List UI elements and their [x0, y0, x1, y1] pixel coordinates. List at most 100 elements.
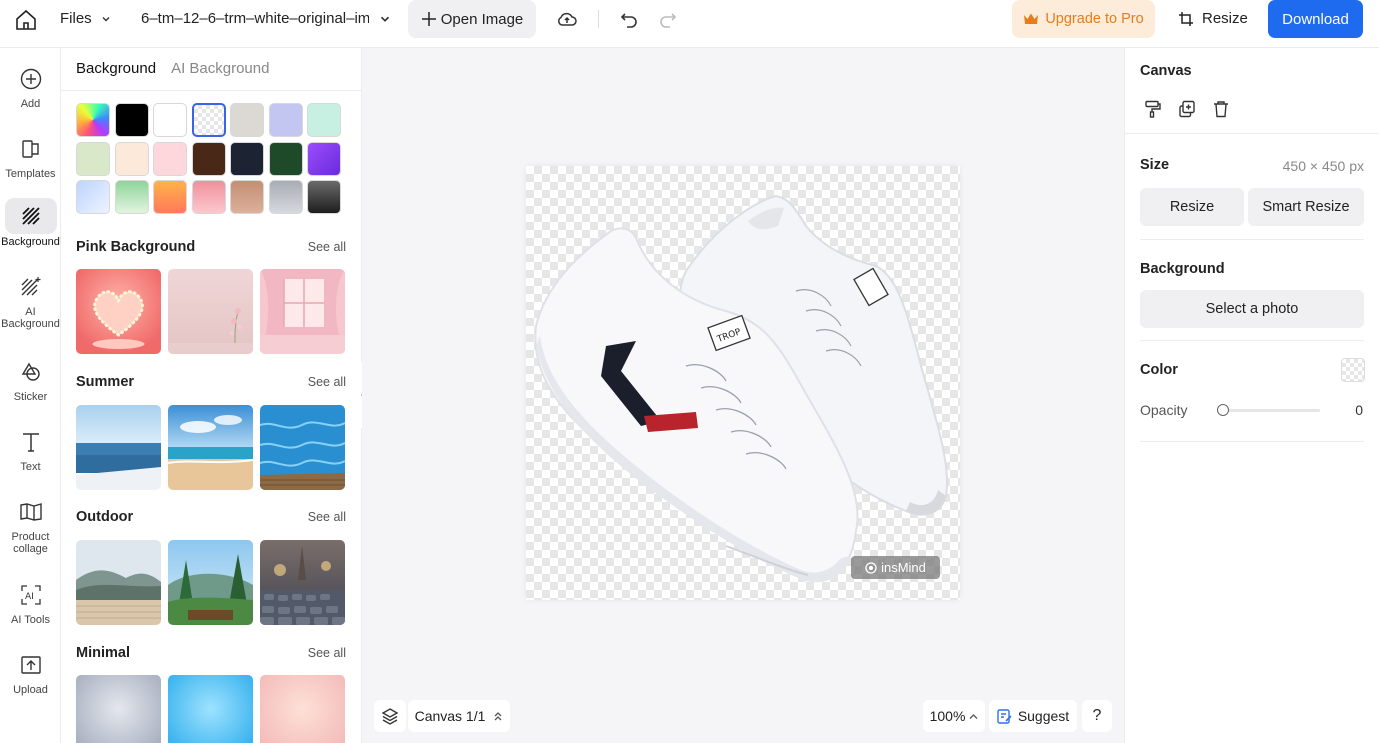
thumb-pink-room[interactable]	[260, 269, 345, 354]
rail-item-sticker[interactable]: Sticker	[0, 355, 61, 403]
rail-item-upload[interactable]: Upload	[0, 648, 61, 696]
swatch-forest[interactable]	[268, 141, 303, 176]
home-icon[interactable]	[14, 8, 38, 32]
see-all-link[interactable]: See all	[308, 646, 346, 660]
thumb-minimal-peach[interactable]	[260, 675, 345, 743]
sneakers-image: TROP	[534, 194, 949, 583]
redo-icon[interactable]	[659, 10, 677, 28]
plus-icon	[421, 12, 436, 26]
see-all-link[interactable]: See all	[308, 375, 346, 389]
thumb-summer-pool[interactable]	[260, 405, 345, 490]
top-bar: Files 6–tm–12–6–trm–white–original–image…	[0, 0, 1379, 48]
see-all-link[interactable]: See all	[308, 510, 346, 524]
crown-icon	[1024, 13, 1039, 24]
swatch-purple[interactable]	[307, 141, 341, 176]
files-menu[interactable]: Files	[60, 10, 112, 27]
swatch-silver-gradient[interactable]	[268, 180, 303, 214]
rail-label: Background	[1, 236, 60, 248]
swatch-pink-gradient[interactable]	[191, 180, 226, 214]
opacity-slider-handle[interactable]	[1217, 404, 1229, 416]
thumb-pink-heart[interactable]	[76, 269, 161, 354]
watermark-text: insMind	[881, 560, 926, 575]
toolbar-divider	[598, 10, 599, 28]
rail-label: Text	[20, 461, 41, 473]
tab-ai-background[interactable]: AI Background	[171, 60, 269, 77]
thumb-minimal-gray[interactable]	[76, 675, 161, 743]
rail-label: Templates	[5, 168, 56, 180]
paint-roller-icon[interactable]	[1144, 100, 1162, 118]
swatch-warm-gray[interactable]	[230, 103, 264, 137]
upload-icon	[20, 656, 41, 674]
panel-divider	[1140, 239, 1364, 240]
swatch-sage[interactable]	[76, 141, 110, 176]
swatch-transparent[interactable]	[191, 103, 226, 137]
thumb-summer-beach[interactable]	[168, 405, 253, 490]
swatch-rainbow[interactable]	[76, 103, 110, 137]
resize-button[interactable]: Resize	[1178, 10, 1248, 27]
thumb-outdoor-cobblestone[interactable]	[260, 540, 345, 625]
design-canvas[interactable]: TROP insMind	[526, 166, 960, 600]
opacity-slider-track[interactable]	[1222, 409, 1320, 412]
swatch-white[interactable]	[153, 103, 187, 137]
swatch-navy[interactable]	[230, 141, 264, 176]
smart-resize-button[interactable]: Smart Resize	[1248, 188, 1364, 226]
color-picker-swatch[interactable]	[1341, 358, 1365, 382]
swatch-cream[interactable]	[114, 141, 149, 176]
thumbs-minimal	[76, 675, 345, 743]
trash-icon[interactable]	[1212, 100, 1230, 118]
thumb-minimal-blue[interactable]	[168, 675, 253, 743]
upgrade-button[interactable]: Upgrade to Pro	[1012, 0, 1155, 38]
color-title: Color	[1140, 362, 1178, 378]
help-button[interactable]: ?	[1082, 700, 1112, 732]
rail-item-ai-tools[interactable]: AI AI Tools	[0, 578, 61, 626]
swatch-charcoal-gradient[interactable]	[307, 180, 341, 214]
thumb-pink-flowers[interactable]	[168, 269, 253, 354]
swatch-brown[interactable]	[191, 141, 226, 176]
canvas-page-selector[interactable]: Canvas 1/1	[408, 700, 510, 732]
cloud-sync-icon[interactable]	[556, 9, 578, 29]
section-minimal: Minimal See all	[76, 645, 346, 661]
rail-item-add[interactable]: Add	[0, 62, 61, 110]
panel-tabs: Background AI Background	[76, 60, 269, 77]
download-button[interactable]: Download	[1268, 0, 1363, 38]
tab-background[interactable]: Background	[76, 60, 156, 77]
swatch-mint[interactable]	[307, 103, 341, 137]
background-icon	[21, 207, 40, 225]
see-all-link[interactable]: See all	[308, 240, 346, 254]
thumb-outdoor-hills[interactable]	[76, 540, 161, 625]
chevron-down-icon[interactable]	[378, 12, 392, 26]
resize-canvas-button[interactable]: Resize	[1140, 188, 1244, 226]
canvas-workspace: TROP insMind Canvas 1/1 100% Suggest ?	[362, 48, 1124, 743]
layers-button[interactable]	[374, 700, 406, 732]
section-title: Summer	[76, 374, 135, 390]
section-title: Pink Background	[76, 239, 196, 255]
swatch-lavender[interactable]	[268, 103, 303, 137]
swatch-orange-gradient[interactable]	[153, 180, 187, 214]
rail-item-text[interactable]: Text	[0, 425, 61, 473]
open-image-button[interactable]: Open Image	[408, 0, 536, 38]
swatch-black[interactable]	[114, 103, 149, 137]
thumb-outdoor-forest[interactable]	[168, 540, 253, 625]
swatch-light-pink[interactable]	[153, 141, 187, 176]
suggest-button[interactable]: Suggest	[989, 700, 1077, 732]
rail-item-templates[interactable]: Templates	[0, 132, 61, 180]
section-title: Outdoor	[76, 509, 134, 525]
select-photo-button[interactable]: Select a photo	[1140, 290, 1364, 328]
rail-item-product-collage[interactable]: Product collage	[0, 495, 61, 555]
thumb-summer-ocean[interactable]	[76, 405, 161, 490]
swatch-sky-gradient[interactable]	[76, 180, 110, 214]
rail-item-ai-background[interactable]: AI Background	[0, 270, 61, 330]
panel-divider	[1140, 441, 1364, 442]
file-name[interactable]: 6–tm–12–6–trm–white–original–image	[141, 10, 369, 27]
undo-icon[interactable]	[620, 10, 638, 28]
rail-label: AI Tools	[11, 614, 50, 626]
ai-tools-icon: AI	[20, 585, 41, 605]
swatch-green-gradient[interactable]	[114, 180, 149, 214]
rail-item-background[interactable]: Background	[0, 198, 61, 248]
zoom-control[interactable]: 100%	[923, 700, 985, 732]
layers-icon	[381, 708, 399, 725]
chevrons-up-icon	[494, 712, 502, 721]
duplicate-icon[interactable]	[1178, 100, 1196, 118]
templates-icon	[21, 140, 39, 158]
swatch-tan-gradient[interactable]	[230, 180, 264, 214]
